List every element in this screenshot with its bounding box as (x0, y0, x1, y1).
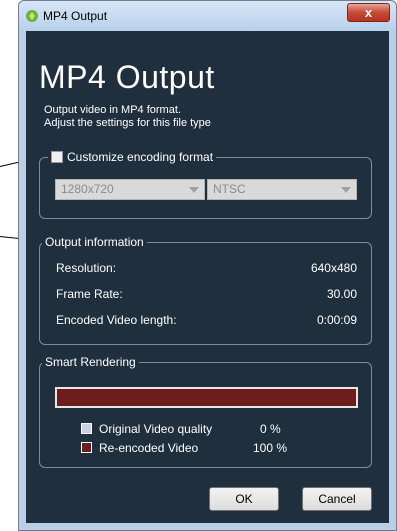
standard-select-value: NTSC (213, 182, 246, 196)
standard-select[interactable]: NTSC (207, 179, 357, 200)
dialog-content: MP4 Output Output video in MP4 format. A… (26, 31, 389, 523)
cancel-button[interactable]: Cancel (302, 487, 372, 511)
frame-rate-label: Frame Rate: (56, 287, 123, 301)
reencoded-swatch (81, 442, 92, 453)
reencoded-percent: 100 % (253, 441, 288, 455)
output-info-group: Output information Resolution: 640x480 F… (39, 235, 372, 345)
window-title: MP4 Output (43, 9, 108, 23)
ok-button[interactable]: OK (209, 487, 279, 511)
smart-rendering-legend: Smart Rendering (42, 355, 139, 370)
page-title: MP4 Output (39, 59, 215, 95)
frame-rate-value: 30.00 (326, 287, 357, 301)
video-length-value: 0:00:09 (316, 313, 357, 327)
close-button[interactable]: x (347, 3, 390, 22)
video-length-label: Encoded Video length: (56, 313, 177, 327)
resolution-select[interactable]: 1280x720 (55, 179, 205, 200)
encoding-legend[interactable]: Customize encoding format (48, 150, 217, 165)
reencoded-legend-item: Re-encoded Video (81, 441, 198, 455)
resolution-label: Resolution: (56, 261, 117, 275)
original-quality-swatch (81, 423, 92, 434)
resolution-value: 640x480 (310, 261, 357, 275)
reencoded-label: Re-encoded Video (99, 441, 199, 455)
title-bar: MP4 Output x (19, 1, 396, 31)
original-quality-legend-item: Original Video quality (81, 422, 212, 436)
smart-rendering-group: Smart Rendering Original Video quality 0… (39, 355, 372, 468)
resolution-select-value: 1280x720 (61, 182, 114, 196)
output-info-legend: Output information (42, 235, 147, 250)
rendering-progress-bar (55, 387, 358, 408)
app-icon (26, 10, 38, 22)
dialog-window: MP4 Output x MP4 Output Output video in … (18, 0, 397, 531)
original-quality-percent: 0 % (260, 422, 281, 436)
customize-encoding-checkbox[interactable] (51, 151, 63, 163)
chevron-down-icon (341, 187, 351, 193)
chevron-down-icon (189, 187, 199, 193)
page-description: Output video in MP4 format. Adjust the s… (44, 104, 211, 130)
encoding-group: Customize encoding format 1280x720 NTSC (39, 150, 372, 219)
description-line-1: Output video in MP4 format. (44, 104, 181, 116)
description-line-2: Adjust the settings for this file type (44, 117, 211, 129)
customize-encoding-label: Customize encoding format (67, 150, 214, 164)
original-quality-label: Original Video quality (99, 422, 213, 436)
